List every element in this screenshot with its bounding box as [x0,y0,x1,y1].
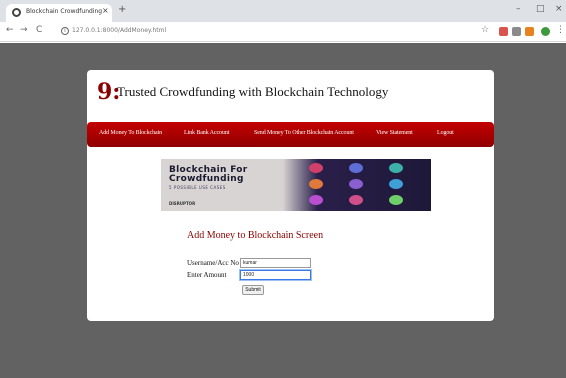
amount-input[interactable] [240,270,311,280]
tab-title: Blockchain Crowdfunding [26,8,103,15]
banner-graphic-icon [349,163,363,173]
banner-graphic-icon [309,163,323,173]
minimize-button[interactable]: – [516,4,521,14]
browser-tab-bar: Blockchain Crowdfunding × + – □ × [0,0,566,22]
amount-label: Enter Amount [187,271,227,279]
browser-menu-icon[interactable]: ⋮ [556,25,565,35]
address-bar[interactable]: 127.0.0.1:8000/AddMoney.html [72,27,166,34]
extension-icon[interactable] [512,27,521,36]
main-menu: Add Money To Blockchain Link Bank Accoun… [87,122,494,147]
new-tab-button[interactable]: + [118,4,126,15]
forward-icon[interactable]: → [20,25,28,35]
profile-avatar[interactable] [541,27,550,36]
banner-graphic-icon [349,195,363,205]
banner-graphic-icon [349,179,363,189]
page-viewport: 9: Trusted Crowdfunding with Blockchain … [0,43,566,378]
restore-button[interactable]: □ [536,4,545,14]
username-label: Username/Acc No [187,259,239,267]
browser-toolbar: ← → C i 127.0.0.1:8000/AddMoney.html ☆ ⋮ [0,22,566,42]
window-close-button[interactable]: × [555,4,563,14]
bookmark-star-icon[interactable]: ☆ [481,25,489,35]
menu-link-bank[interactable]: Link Bank Account [184,130,229,136]
banner-graphic-icon [389,163,403,173]
site-info-icon[interactable]: i [61,27,69,35]
menu-view-statement[interactable]: View Statement [376,130,413,136]
reload-icon[interactable]: C [36,25,42,35]
site-title: Trusted Crowdfunding with Blockchain Tec… [117,84,389,99]
browser-tab[interactable]: Blockchain Crowdfunding × [6,4,112,22]
menu-add-money[interactable]: Add Money To Blockchain [99,130,162,136]
extension-icon[interactable] [499,27,508,36]
banner-graphic-icon [309,179,323,189]
menu-logout[interactable]: Logout [437,130,454,136]
back-icon[interactable]: ← [6,25,14,35]
content-card: 9: Trusted Crowdfunding with Blockchain … [87,70,494,321]
banner-subtitle: 5 POSSIBLE USE CASES [169,185,226,190]
submit-button[interactable]: Submit [242,285,264,295]
metamask-icon[interactable] [525,27,534,36]
username-input[interactable] [240,258,311,268]
banner-graphic-icon [309,195,323,205]
page-heading: Add Money to Blockchain Screen [187,230,324,241]
tab-close-icon[interactable]: × [102,6,109,15]
banner-graphic-icon [389,179,403,189]
banner-graphic-icon [389,195,403,205]
banner-image: Blockchain For Crowdfunding 5 POSSIBLE U… [161,159,431,211]
banner-title-line2: Crowdfunding [169,174,244,184]
banner-brand: DISRUPTOR [169,201,196,206]
tab-favicon-icon [12,8,21,17]
menu-send-money[interactable]: Send Money To Other Blockchain Account [254,130,354,136]
